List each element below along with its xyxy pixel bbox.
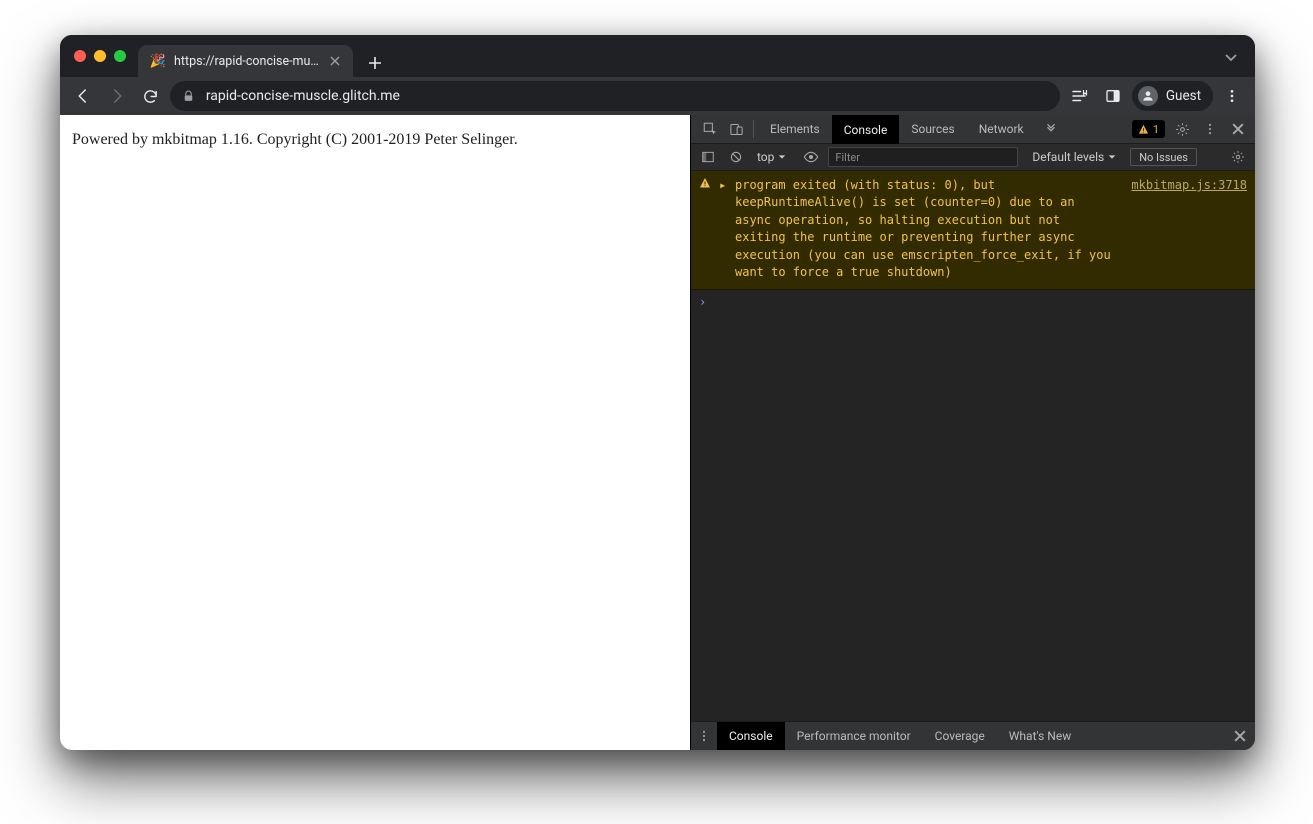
- expand-icon[interactable]: ▸: [719, 177, 729, 281]
- address-bar[interactable]: rapid-concise-muscle.glitch.me: [170, 81, 1060, 111]
- browser-window: 🎉 https://rapid-concise-muscle.g: [60, 35, 1255, 750]
- drawer-menu-button[interactable]: [691, 729, 717, 743]
- warning-message-text: program exited (with status: 0), but kee…: [735, 177, 1117, 281]
- levels-label: Default levels: [1032, 150, 1104, 164]
- back-button[interactable]: [68, 81, 98, 111]
- devtools-panel: Elements Console Sources Network 1: [690, 115, 1255, 750]
- toolbar: rapid-concise-muscle.glitch.me Guest: [60, 77, 1255, 115]
- tab-close-button[interactable]: [327, 53, 343, 69]
- inspect-element-button[interactable]: [697, 115, 723, 144]
- avatar-icon: [1138, 86, 1158, 106]
- console-output[interactable]: ▸ program exited (with status: 0), but k…: [691, 171, 1255, 721]
- profile-label: Guest: [1166, 88, 1201, 104]
- lock-icon: [182, 90, 196, 103]
- warning-icon: [699, 177, 713, 281]
- page-body: Powered by mkbitmap 1.16. Copyright (C) …: [60, 115, 690, 750]
- warning-count: 1: [1153, 123, 1159, 136]
- filter-placeholder: Filter: [835, 151, 860, 164]
- console-warning-row[interactable]: ▸ program exited (with status: 0), but k…: [691, 171, 1255, 290]
- issues-warning-chip[interactable]: 1: [1132, 120, 1165, 138]
- panel-toggle-button[interactable]: [1098, 81, 1128, 111]
- context-label: top: [757, 150, 774, 164]
- console-sidebar-toggle-button[interactable]: [697, 146, 719, 168]
- window-controls: [70, 35, 134, 77]
- drawer-tab-coverage[interactable]: Coverage: [923, 722, 997, 751]
- devtools-close-button[interactable]: [1227, 118, 1249, 140]
- console-prompt[interactable]: ›: [691, 290, 1255, 315]
- devtools-tabs-overflow-button[interactable]: [1036, 122, 1066, 136]
- tab-strip: 🎉 https://rapid-concise-muscle.g: [60, 35, 1255, 77]
- devtools-tab-network[interactable]: Network: [967, 115, 1036, 144]
- tab-search-button[interactable]: [1217, 43, 1245, 71]
- browser-tab[interactable]: 🎉 https://rapid-concise-muscle.g: [138, 45, 353, 77]
- drawer-tab-performance-monitor[interactable]: Performance monitor: [785, 722, 923, 751]
- window-zoom-button[interactable]: [114, 50, 126, 62]
- window-minimize-button[interactable]: [94, 50, 106, 62]
- devtools-drawer: Console Performance monitor Coverage Wha…: [691, 721, 1255, 750]
- url-text: rapid-concise-muscle.glitch.me: [206, 88, 400, 104]
- new-tab-button[interactable]: [361, 49, 389, 77]
- browser-menu-button[interactable]: [1217, 81, 1247, 111]
- warning-source-link[interactable]: mkbitmap.js:3718: [1123, 177, 1247, 281]
- window-close-button[interactable]: [74, 50, 86, 62]
- tab-favicon-icon: 🎉: [150, 53, 166, 69]
- live-expression-button[interactable]: [800, 146, 822, 168]
- tab-title: https://rapid-concise-muscle.g: [174, 54, 319, 69]
- devtools-settings-button[interactable]: [1171, 118, 1193, 140]
- no-issues-chip[interactable]: No Issues: [1130, 148, 1197, 166]
- context-selector[interactable]: top: [753, 150, 794, 164]
- devtools-menu-button[interactable]: [1199, 118, 1221, 140]
- page-text: Powered by mkbitmap 1.16. Copyright (C) …: [72, 131, 518, 148]
- devtools-tab-elements[interactable]: Elements: [758, 115, 832, 144]
- drawer-close-button[interactable]: [1233, 725, 1255, 747]
- content-area: Powered by mkbitmap 1.16. Copyright (C) …: [60, 115, 1255, 750]
- device-toolbar-button[interactable]: [723, 115, 749, 144]
- devtools-tabbar: Elements Console Sources Network 1: [691, 115, 1255, 144]
- devtools-tab-sources[interactable]: Sources: [899, 115, 966, 144]
- log-levels-selector[interactable]: Default levels: [1024, 150, 1124, 164]
- clear-console-button[interactable]: [725, 146, 747, 168]
- console-settings-button[interactable]: [1227, 146, 1249, 168]
- console-filter-input[interactable]: Filter: [828, 147, 1018, 167]
- drawer-tab-console[interactable]: Console: [717, 722, 785, 751]
- console-toolbar: top Filter Default levels No Issues: [691, 144, 1255, 171]
- forward-button[interactable]: [102, 81, 132, 111]
- drawer-tab-whats-new[interactable]: What's New: [997, 722, 1083, 751]
- reload-button[interactable]: [136, 81, 166, 111]
- devtools-tab-console[interactable]: Console: [832, 115, 900, 144]
- profile-chip[interactable]: Guest: [1132, 81, 1213, 111]
- reader-mode-button[interactable]: [1064, 81, 1094, 111]
